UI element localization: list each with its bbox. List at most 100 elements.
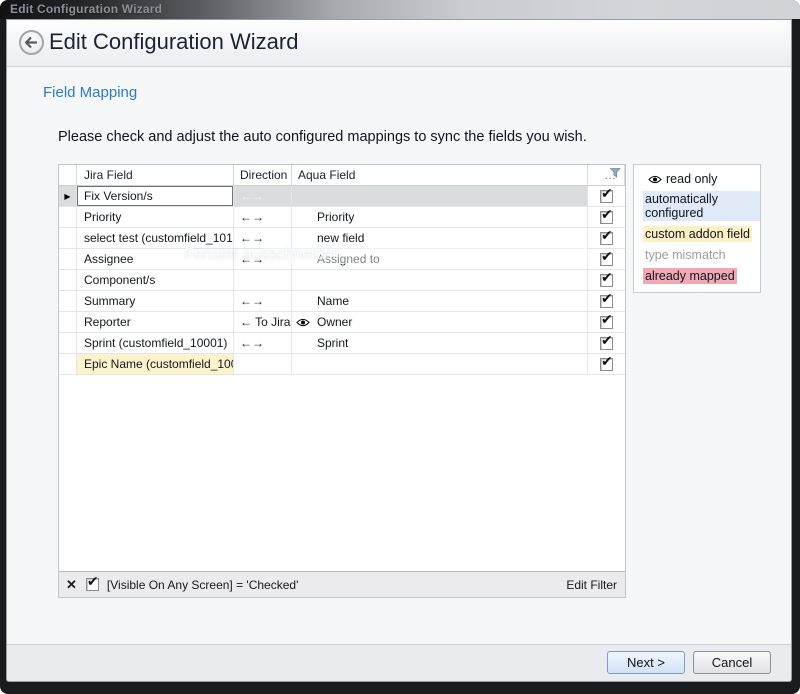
checkbox-tick: ✔ <box>601 270 613 286</box>
legend-item: custom addon field <box>643 226 760 242</box>
eye-icon <box>648 175 662 184</box>
checkbox-tick: ✔ <box>601 333 613 349</box>
row-checkbox[interactable]: ✔ <box>600 190 613 203</box>
dialog-footer: Next > Cancel <box>7 644 791 681</box>
read-only-eye-icon <box>296 318 310 327</box>
next-button[interactable]: Next > <box>607 651 685 674</box>
grid-row[interactable]: Summary←→Name ✔ <box>59 291 625 312</box>
grid-header-jira-field[interactable]: Jira Field <box>77 165 234 185</box>
legend-item: automatically configured <box>643 191 760 221</box>
legend-label: custom addon field <box>643 226 752 242</box>
aqua-field-cell[interactable] <box>292 270 588 290</box>
jira-field-cell[interactable]: Assignee <box>77 249 234 269</box>
row-checkbox[interactable]: ✔ <box>600 253 613 266</box>
checkbox-tick: ✔ <box>601 312 613 328</box>
direction-cell[interactable] <box>234 270 292 290</box>
grid-header-direction[interactable]: Direction <box>234 165 292 185</box>
legend-label: type mismatch <box>643 247 728 263</box>
jira-field-cell[interactable]: Epic Name (customfield_10004) <box>77 354 234 374</box>
visible-checkbox-cell: ✔ <box>588 207 625 227</box>
jira-field-cell[interactable]: Priority <box>77 207 234 227</box>
grid-header-row: Jira Field Direction Aqua Field … <box>59 165 625 186</box>
row-indicator-cell <box>59 333 77 353</box>
cancel-button[interactable]: Cancel <box>693 651 771 674</box>
grid-header-indicator <box>59 165 77 185</box>
jira-field-cell[interactable]: Reporter <box>77 312 234 332</box>
aqua-field-value: Sprint <box>298 336 348 350</box>
row-indicator-cell <box>59 228 77 248</box>
checkbox-tick: ✔ <box>601 228 613 244</box>
filter-enabled-checkbox[interactable]: ✔ <box>86 578 99 591</box>
wizard-dialog: Edit Configuration Wizard Field Mapping … <box>6 19 792 682</box>
direction-cell[interactable]: ←→ <box>234 291 292 311</box>
aqua-field-cell[interactable]: Name <box>292 291 588 311</box>
row-indicator-cell <box>59 312 77 332</box>
grid-row[interactable]: Assignee←→ Assigned to ✔ <box>59 249 625 270</box>
jira-field-cell[interactable]: Sprint (customfield_10001) <box>77 333 234 353</box>
row-indicator-cell: ▶ <box>59 186 77 206</box>
row-checkbox[interactable]: ✔ <box>600 337 613 350</box>
aqua-field-value: Assigned to <box>298 252 380 266</box>
direction-cell[interactable]: ←→ <box>234 228 292 248</box>
aqua-field-cell[interactable] <box>292 354 588 374</box>
grid-row[interactable]: Priority←→Priority✔ <box>59 207 625 228</box>
jira-field-cell[interactable]: select test (customfield_10100) <box>77 228 234 248</box>
visible-checkbox-cell: ✔ <box>588 354 625 374</box>
wizard-header: Edit Configuration Wizard <box>7 20 791 67</box>
grid-row[interactable]: select test (customfield_10100)←→new fie… <box>59 228 625 249</box>
checkbox-tick: ✔ <box>601 249 613 265</box>
aqua-field-cell[interactable]: Sprint <box>292 333 588 353</box>
grid-row[interactable]: Epic Name (customfield_10004) ✔ <box>59 354 625 375</box>
jira-field-cell[interactable]: Fix Version/s <box>77 186 234 206</box>
row-checkbox[interactable]: ✔ <box>600 316 613 329</box>
legend-panel: read only automatically configured custom … <box>633 164 761 293</box>
grid-header-more[interactable]: … <box>588 165 625 185</box>
grid-header-aqua-field[interactable]: Aqua Field <box>292 165 588 185</box>
legend-item: type mismatch <box>643 247 760 263</box>
edit-configuration-wizard-window: Edit Configuration Wizard Edit Configura… <box>0 0 800 694</box>
row-checkbox[interactable]: ✔ <box>600 295 613 308</box>
grid-row[interactable]: Component/s ✔ <box>59 270 625 291</box>
legend-item: read only <box>643 172 760 186</box>
row-indicator-cell <box>59 207 77 227</box>
jira-field-cell[interactable]: Component/s <box>77 270 234 290</box>
grid-row[interactable]: Reporter← To JiraOwner ✔ <box>59 312 625 333</box>
direction-cell[interactable]: ←→ <box>234 207 292 227</box>
grid-filter-bar: ✕ ✔ [Visible On Any Screen] = 'Checked' … <box>59 571 625 597</box>
row-checkbox[interactable]: ✔ <box>600 274 613 287</box>
aqua-field-cell[interactable]: Owner <box>292 312 588 332</box>
row-indicator-cell <box>59 249 77 269</box>
aqua-field-cell[interactable]: new field <box>292 228 588 248</box>
row-checkbox[interactable]: ✔ <box>600 358 613 371</box>
grid-row[interactable]: ▶Fix Version/s←→ ✔ <box>59 186 625 207</box>
back-button[interactable] <box>19 30 44 55</box>
row-indicator-cell <box>59 270 77 290</box>
checkbox-tick: ✔ <box>601 291 613 307</box>
visible-checkbox-cell: ✔ <box>588 312 625 332</box>
checkbox-tick: ✔ <box>601 207 613 223</box>
aqua-field-cell[interactable]: Priority <box>292 207 588 227</box>
aqua-field-cell[interactable] <box>292 186 588 206</box>
filter-close-icon[interactable]: ✕ <box>66 577 77 593</box>
direction-cell[interactable]: ←→ <box>234 186 292 206</box>
filter-checkbox-tick: ✔ <box>87 574 99 590</box>
edit-filter-link[interactable]: Edit Filter <box>566 578 617 592</box>
aqua-field-value: Priority <box>298 210 354 224</box>
grid-row[interactable]: Sprint (customfield_10001)←→ Sprint ✔ <box>59 333 625 354</box>
checkbox-tick: ✔ <box>601 186 613 202</box>
aqua-field-cell[interactable]: Assigned to <box>292 249 588 269</box>
checkbox-tick: ✔ <box>601 354 613 370</box>
direction-cell[interactable]: ←→ <box>234 333 292 353</box>
direction-cell[interactable] <box>234 354 292 374</box>
window-titlebar[interactable]: Edit Configuration Wizard <box>0 0 800 19</box>
field-mapping-grid: Jira Field Direction Aqua Field … ▶Fix V… <box>58 164 626 598</box>
jira-field-cell[interactable]: Summary <box>77 291 234 311</box>
row-indicator-cell <box>59 354 77 374</box>
row-checkbox[interactable]: ✔ <box>600 232 613 245</box>
row-checkbox[interactable]: ✔ <box>600 211 613 224</box>
direction-cell[interactable]: ← To Jira <box>234 312 292 332</box>
direction-cell[interactable]: ←→ <box>234 249 292 269</box>
visible-checkbox-cell: ✔ <box>588 333 625 353</box>
legend-item: already mapped <box>643 268 760 284</box>
filter-funnel-icon[interactable] <box>610 168 621 178</box>
